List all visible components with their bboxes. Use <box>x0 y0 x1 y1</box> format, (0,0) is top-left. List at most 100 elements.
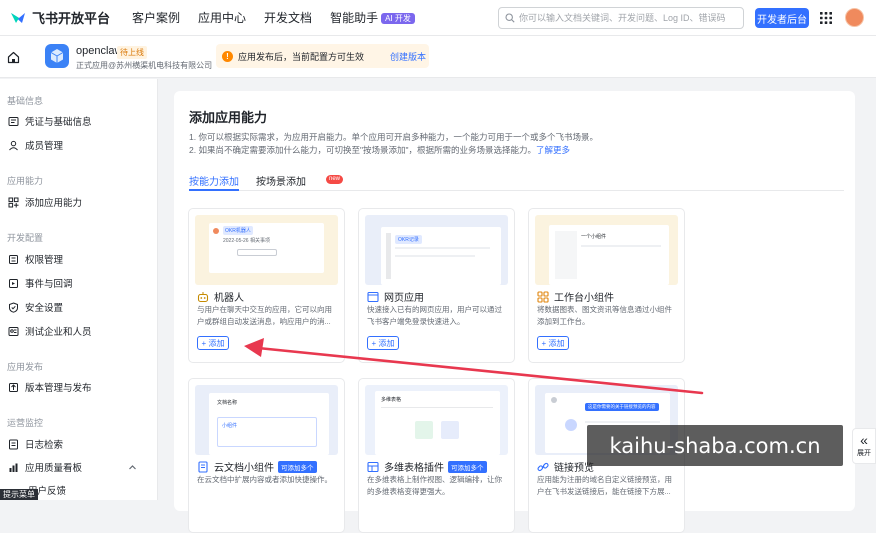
sidebar-item-security[interactable]: 安全设置 <box>8 298 156 316</box>
sidebar-item-label: 事件与回调 <box>25 279 73 290</box>
nav-link-docs[interactable]: 开发文档 <box>264 9 312 26</box>
card-desc: 在多维表格上制作视图、逻辑编排，让你的多维表格变得更强大。 <box>367 475 502 496</box>
multi-add-badge: 可添加多个 <box>278 460 317 473</box>
robot-date: 2022-05-26 相关事项 <box>223 238 270 244</box>
robot-avatar <box>213 228 219 234</box>
create-version-link[interactable]: 创建版本 <box>390 50 426 63</box>
card-doc-widget[interactable]: 文档名称 小组件 云文档小组件 可添加多个 在云文档中扩展内容或者添加快捷操作。 <box>188 378 345 533</box>
card-title: 网页应用 <box>367 289 424 304</box>
sidebar-item-members[interactable]: 成员管理 <box>8 136 156 154</box>
link-preview-line <box>585 421 660 423</box>
home-icon[interactable] <box>7 51 20 64</box>
card-robot[interactable]: OKR机器人 2022-05-26 相关事项 机器人 与用户在聊天中交互的应用，… <box>188 208 345 363</box>
card-title: 云文档小组件 可添加多个 <box>197 459 317 474</box>
card-desc: 在云文档中扩展内容或者添加快捷操作。 <box>197 475 332 484</box>
sidebar-item-permissions[interactable]: 权限管理 <box>8 250 156 268</box>
nav-link-ai-assistant[interactable]: 智能助手 AI 开发 <box>330 9 415 26</box>
search-box[interactable] <box>498 7 744 29</box>
sidebar-item-log-search[interactable]: 日志检索 <box>8 435 156 453</box>
sidebar-item-versions[interactable]: 版本管理与发布 <box>8 378 156 396</box>
sidebar-item-label: 日志检索 <box>25 440 64 451</box>
description-line-2-text: 2. 如果尚不确定需要添加什么能力，可切换至"按场景添加"，根据所需的业务场景选… <box>189 145 536 155</box>
app-status-badge: 待上线 <box>117 46 147 59</box>
tab-by-capability[interactable]: 按能力添加 <box>189 173 239 188</box>
add-web-app-button[interactable]: + 添加 <box>367 336 399 350</box>
expand-panel-button[interactable]: « 展开 <box>852 428 876 464</box>
sidebar-section-release: 应用发布 <box>7 362 44 372</box>
feishu-logo-icon <box>11 12 25 23</box>
sidebar-item-feedback[interactable]: 用户反馈 <box>28 481 176 499</box>
sidebar-section-monitoring: 运营监控 <box>7 418 44 428</box>
doc-preview-image: 文档名称 小组件 <box>195 385 338 455</box>
card-title-text: 工作台小组件 <box>554 293 614 304</box>
add-capability-icon <box>8 197 19 207</box>
brand[interactable]: 飞书开放平台 <box>10 8 110 27</box>
table-preview-image: 多维表格 <box>365 385 508 455</box>
sidebar-item-label: 应用质量看板 <box>25 463 83 474</box>
permission-icon <box>9 254 18 264</box>
sidebar-item-label: 成员管理 <box>25 141 64 152</box>
apps-grid-icon[interactable] <box>820 12 832 24</box>
doc-preview-title: 文档名称 <box>217 400 238 406</box>
card-title-text: 云文档小组件 <box>214 463 274 474</box>
chevron-up-icon[interactable] <box>128 463 137 472</box>
sidebar-section-capability: 应用能力 <box>7 176 44 186</box>
table-preview-tile <box>441 421 459 439</box>
widget-preview-image: 一个小组件 <box>535 215 678 285</box>
shield-icon <box>9 301 18 313</box>
robot-icon <box>197 291 209 302</box>
widget-icon <box>537 290 549 303</box>
sidebar-item-add-capability[interactable]: 添加应用能力 <box>8 193 156 211</box>
link-preview-dot <box>565 419 577 431</box>
table-preview-title: 多维表格 <box>381 397 402 403</box>
card-title: 多维表格插件 可添加多个 <box>367 459 487 474</box>
developer-console-button[interactable]: 开发者后台 <box>755 8 809 28</box>
page-title: 添加应用能力 <box>189 110 268 125</box>
expand-label: 展开 <box>857 450 871 457</box>
sidebar-section-dev-config: 开发配置 <box>7 233 44 243</box>
tab-by-scene[interactable]: 按场景添加 <box>256 173 306 188</box>
warning-icon: ! <box>222 50 233 62</box>
card-title: 工作台小组件 <box>537 289 614 304</box>
table-preview-tile <box>415 421 433 439</box>
nav-link-app-center[interactable]: 应用中心 <box>198 9 246 26</box>
robot-name-tag: OKR机器人 <box>223 226 253 235</box>
tab-bar: 按能力添加 按场景添加 new <box>189 169 844 191</box>
table-icon <box>367 461 379 472</box>
card-bitable-plugin[interactable]: 多维表格 多维表格插件 可添加多个 在多维表格上制作视图、逻辑编排，让你的多维表… <box>358 378 515 533</box>
nav-link-cases[interactable]: 客户案例 <box>132 9 180 26</box>
doc-preview-card: 小组件 <box>217 417 317 447</box>
search-input[interactable] <box>519 13 739 23</box>
robot-preview-button <box>237 249 277 256</box>
learn-more-link[interactable]: 了解更多 <box>536 145 570 155</box>
card-title: 链接预览 <box>537 459 594 474</box>
test-org-icon <box>8 326 19 336</box>
card-desc: 快速接入已有的网页应用，用户可以通过飞书客户端免登录快速进入。 <box>367 305 502 326</box>
sidebar-item-credentials[interactable]: 凭证与基础信息 <box>8 112 156 130</box>
user-avatar[interactable] <box>845 8 864 27</box>
widget-preview-window: 一个小组件 <box>549 225 669 285</box>
card-title: 机器人 <box>197 289 244 304</box>
web-icon <box>367 291 379 302</box>
widget-preview-title: 一个小组件 <box>581 234 607 240</box>
table-preview-line <box>381 407 493 408</box>
add-robot-button[interactable]: + 添加 <box>197 336 229 350</box>
card-desc: 应用能为注册的域名自定义链接预览，用户在飞书发送链接后，能在链接下方展... <box>537 475 672 496</box>
event-icon <box>9 278 18 288</box>
tab-active-indicator <box>189 189 239 191</box>
sidebar-item-events[interactable]: 事件与回调 <box>8 274 156 292</box>
nav-links: 客户案例 应用中心 开发文档 智能助手 AI 开发 <box>132 9 415 26</box>
watermark: kaihu-shaba.com.cn <box>587 425 843 466</box>
card-web-app[interactable]: OKR记录 网页应用 快速接入已有的网页应用，用户可以通过飞书客户端免登录快速进… <box>358 208 515 363</box>
doc-preview-card-label: 小组件 <box>222 423 238 429</box>
robot-preview-image: OKR机器人 2022-05-26 相关事项 <box>195 215 338 285</box>
sidebar-item-test-org[interactable]: 测试企业和人员 <box>8 322 156 340</box>
add-widget-button[interactable]: + 添加 <box>537 336 569 350</box>
search-icon <box>505 13 515 23</box>
credential-icon <box>8 116 19 126</box>
log-icon <box>9 439 18 449</box>
app-company: 正式应用@苏州横渠机电科技有限公司 <box>76 61 213 70</box>
sidebar: 基础信息 凭证与基础信息 成员管理 应用能力 添加应用能力 开发配置 权限管理 … <box>0 79 158 500</box>
card-workplace-widget[interactable]: 一个小组件 工作台小组件 将数据图表、图文资讯等信息通过小组件添加到工作台。 +… <box>528 208 685 363</box>
card-desc: 与用户在聊天中交互的应用，它可以向用户或群组自动发送消息，响应用户的消... <box>197 305 332 326</box>
